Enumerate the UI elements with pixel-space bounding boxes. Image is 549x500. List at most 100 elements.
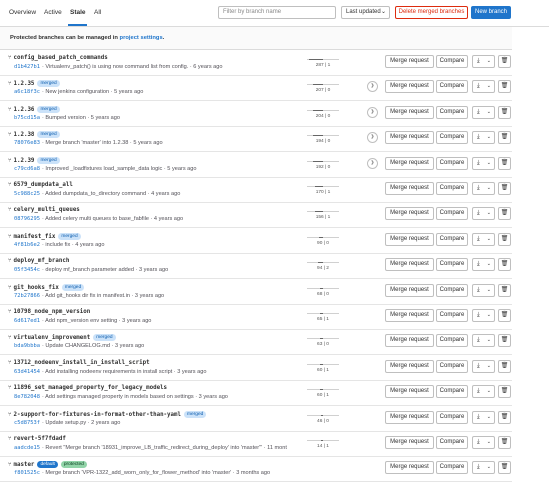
commit-sha[interactable]: 78076e83 xyxy=(14,140,40,146)
merge-request-button[interactable]: Merge request xyxy=(385,207,434,221)
branch-name-link[interactable]: deploy_mf_branch xyxy=(13,258,69,264)
commit-sha[interactable]: 63d41454 xyxy=(14,369,40,375)
merge-request-button[interactable]: Merge request xyxy=(385,55,434,68)
download-dropdown[interactable]: ⤓ ⌄ xyxy=(472,309,495,322)
merge-request-button[interactable]: Merge request xyxy=(385,410,434,424)
commit-sha[interactable]: c5d8753f xyxy=(14,420,40,426)
commit-sha[interactable]: f801525c xyxy=(14,470,40,476)
commit-sha[interactable]: 8e782048 xyxy=(14,394,40,400)
compare-button[interactable]: Compare xyxy=(436,80,468,94)
merge-request-button[interactable]: Merge request xyxy=(385,334,434,348)
tab-overview[interactable]: Overview xyxy=(9,9,36,16)
compare-icon[interactable]: ⟫ xyxy=(367,157,378,169)
branch-name-link[interactable]: 10798_node_npm_version xyxy=(13,309,90,315)
compare-button[interactable]: Compare xyxy=(436,131,468,145)
commit-sha[interactable]: 72b27866 xyxy=(14,293,40,299)
delete-branch-button[interactable]: 🗑 xyxy=(498,232,511,246)
branch-name-link[interactable]: celery_multi_queues xyxy=(13,207,79,213)
compare-button[interactable]: Compare xyxy=(436,182,468,195)
commit-sha[interactable]: a6c18f3c xyxy=(14,89,40,95)
download-dropdown[interactable]: ⤓ ⌄ xyxy=(472,105,495,119)
download-dropdown[interactable]: ⤓ ⌄ xyxy=(472,182,495,195)
merge-request-button[interactable]: Merge request xyxy=(385,131,434,145)
merge-request-button[interactable]: Merge request xyxy=(385,80,434,94)
download-dropdown[interactable]: ⤓ ⌄ xyxy=(472,334,495,348)
compare-button[interactable]: Compare xyxy=(436,334,468,348)
branch-name-link[interactable]: config_based_patch_commands xyxy=(13,55,107,61)
commit-sha[interactable]: d1b427b1 xyxy=(14,64,40,70)
merge-request-button[interactable]: Merge request xyxy=(385,156,434,170)
download-dropdown[interactable]: ⤓ ⌄ xyxy=(472,156,495,170)
sort-dropdown[interactable]: Last updated ⌄ xyxy=(341,6,390,19)
delete-branch-button[interactable]: 🗑 xyxy=(498,55,511,68)
download-dropdown[interactable]: ⤓ ⌄ xyxy=(472,283,495,297)
delete-merged-branches-button[interactable]: Delete merged branches xyxy=(395,6,468,19)
commit-sha[interactable]: bda9bbba xyxy=(14,343,40,349)
branch-name-link[interactable]: revert-5f7fdadf xyxy=(13,436,65,442)
delete-branch-button[interactable]: 🗑 xyxy=(498,436,511,449)
branch-name-link[interactable]: 1.2.38 xyxy=(13,132,34,138)
branch-name-link[interactable]: 6579_dumpdata_all xyxy=(13,182,72,188)
delete-branch-button[interactable]: 🗑 xyxy=(498,105,511,119)
compare-button[interactable]: Compare xyxy=(436,156,468,170)
commit-sha[interactable]: 08796295 xyxy=(14,216,40,222)
download-dropdown[interactable]: ⤓ ⌄ xyxy=(472,207,495,221)
delete-branch-button[interactable]: 🗑 xyxy=(498,131,511,145)
compare-icon[interactable]: ⟫ xyxy=(367,132,378,144)
branch-name-link[interactable]: 1.2.36 xyxy=(13,107,34,113)
compare-button[interactable]: Compare xyxy=(436,258,468,272)
download-dropdown[interactable]: ⤓ ⌄ xyxy=(472,410,495,424)
compare-button[interactable]: Compare xyxy=(436,55,468,68)
delete-branch-button[interactable]: 🗑 xyxy=(498,80,511,94)
project-settings-link[interactable]: project settings xyxy=(120,35,163,41)
download-dropdown[interactable]: ⤓ ⌄ xyxy=(472,232,495,246)
download-dropdown[interactable]: ⤓ ⌄ xyxy=(472,80,495,94)
download-dropdown[interactable]: ⤓ ⌄ xyxy=(472,461,495,475)
delete-branch-button[interactable]: 🗑 xyxy=(498,156,511,170)
merge-request-button[interactable]: Merge request xyxy=(385,258,434,272)
merge-request-button[interactable]: Merge request xyxy=(385,436,434,449)
branch-name-link[interactable]: virtualenv_improvement xyxy=(13,335,90,341)
compare-button[interactable]: Compare xyxy=(436,385,468,399)
delete-branch-button[interactable]: 🗑 xyxy=(498,359,511,373)
compare-icon[interactable]: ⟫ xyxy=(367,106,378,118)
delete-branch-button[interactable]: 🗑 xyxy=(498,182,511,195)
download-dropdown[interactable]: ⤓ ⌄ xyxy=(472,55,495,68)
tab-active[interactable]: Active xyxy=(44,9,62,16)
merge-request-button[interactable]: Merge request xyxy=(385,309,434,322)
delete-branch-button[interactable]: 🗑 xyxy=(498,207,511,221)
commit-sha[interactable]: aadcde15 xyxy=(14,445,40,451)
compare-icon[interactable]: ⟫ xyxy=(367,81,378,93)
delete-branch-button[interactable]: 🗑 xyxy=(498,258,511,272)
compare-button[interactable]: Compare xyxy=(436,436,468,449)
tab-stale[interactable]: Stale xyxy=(70,9,86,16)
delete-branch-button[interactable]: 🗑 xyxy=(498,461,511,475)
branch-name-link[interactable]: 1.2.39 xyxy=(13,158,34,164)
commit-sha[interactable]: 5c988c25 xyxy=(14,191,40,197)
compare-button[interactable]: Compare xyxy=(436,410,468,424)
download-dropdown[interactable]: ⤓ ⌄ xyxy=(472,385,495,399)
branch-filter-input[interactable]: Filter by branch name xyxy=(218,6,336,19)
commit-sha[interactable]: b75cd15a xyxy=(14,115,40,121)
new-branch-button[interactable]: New branch xyxy=(471,6,511,19)
tab-all[interactable]: All xyxy=(94,9,101,16)
merge-request-button[interactable]: Merge request xyxy=(385,385,434,399)
commit-sha[interactable]: 05f3454c xyxy=(14,267,40,273)
delete-branch-button[interactable]: 🗑 xyxy=(498,283,511,297)
merge-request-button[interactable]: Merge request xyxy=(385,232,434,246)
compare-button[interactable]: Compare xyxy=(436,207,468,221)
download-dropdown[interactable]: ⤓ ⌄ xyxy=(472,436,495,449)
compare-button[interactable]: Compare xyxy=(436,309,468,322)
merge-request-button[interactable]: Merge request xyxy=(385,461,434,475)
download-dropdown[interactable]: ⤓ ⌄ xyxy=(472,131,495,145)
compare-button[interactable]: Compare xyxy=(436,461,468,475)
branch-name-link[interactable]: 11896_set_managed_property_for_legacy_mo… xyxy=(13,385,167,391)
delete-branch-button[interactable]: 🗑 xyxy=(498,334,511,348)
compare-button[interactable]: Compare xyxy=(436,232,468,246)
branch-name-link[interactable]: 1.2.35 xyxy=(13,81,34,87)
download-dropdown[interactable]: ⤓ ⌄ xyxy=(472,359,495,373)
compare-button[interactable]: Compare xyxy=(436,283,468,297)
merge-request-button[interactable]: Merge request xyxy=(385,182,434,195)
branch-name-link[interactable]: manifest_fix xyxy=(13,234,55,240)
delete-branch-button[interactable]: 🗑 xyxy=(498,309,511,322)
